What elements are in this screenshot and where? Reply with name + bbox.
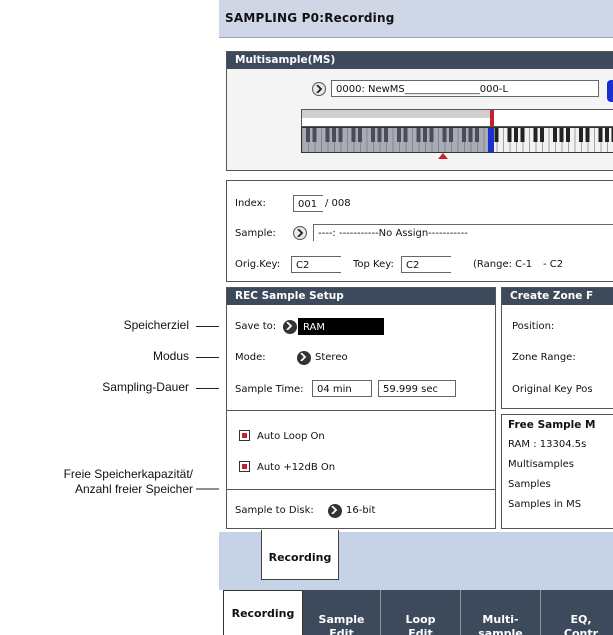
sampling-screen: SAMPLING P0:Recording Multisample(MS) 00…	[219, 0, 613, 635]
zone-highlight	[302, 110, 492, 118]
auto-12db-label[interactable]: Auto +12dB On	[257, 462, 335, 473]
index-total: / 008	[325, 198, 351, 209]
tab-multisample[interactable]: Multi- sample	[461, 590, 541, 635]
callout-free-memory-line2: Anzahl freier Speicher	[74, 482, 193, 496]
tab-loop-edit-label: Loop Edit	[405, 613, 436, 635]
range-label: (Range: C-1	[473, 259, 533, 270]
sample-time-min-field[interactable]: 04 min	[312, 380, 372, 397]
title-bar: SAMPLING P0:Recording	[219, 0, 613, 38]
save-to-button[interactable]	[283, 320, 297, 334]
multisamples-label: Multisamples	[508, 459, 575, 470]
origkey-field[interactable]: C2	[291, 256, 341, 273]
index-panel: Index: 001 / 008 Sample: ----: ---------…	[226, 180, 613, 282]
multisample-header: Multisample(MS)	[227, 52, 613, 69]
original-key-pos-label: Original Key Pos	[512, 384, 593, 395]
rec-setup-divider-1	[227, 410, 495, 411]
index-label: Index:	[235, 198, 266, 209]
free-sample-panel: Free Sample M RAM : 13304.5s Multisample…	[501, 414, 613, 529]
tab-multisample-label: Multi- sample	[478, 613, 523, 635]
multisample-blue-button[interactable]	[607, 80, 613, 102]
tab-sample-edit-label: Sample Edit	[318, 613, 365, 635]
sample-label: Sample:	[235, 228, 276, 239]
tab-eq-control-label: EQ, Contr	[563, 613, 599, 635]
create-zone-panel: Create Zone F Position: Zone Range: Orig…	[501, 287, 613, 409]
origkey-label: Orig.Key:	[235, 259, 281, 270]
topkey-label: Top Key:	[353, 259, 394, 270]
samples-in-ms-label: Samples in MS	[508, 499, 582, 510]
keyboard-pointer-icon	[438, 153, 448, 159]
chevron-right-icon	[316, 85, 323, 93]
keyboard-display	[301, 127, 613, 153]
sample-time-sec-field[interactable]: 59.999 sec	[378, 380, 456, 397]
page-tab-recording[interactable]: Recording	[261, 530, 339, 580]
sample-to-disk-label: Sample to Disk:	[235, 505, 314, 516]
mode-button[interactable]	[297, 351, 311, 365]
auto-loop-checkbox[interactable]	[239, 430, 250, 441]
callout-free-memory-line1: Freie Speicherkapazität/	[63, 467, 193, 481]
tab-recording-label: Recording	[231, 607, 295, 620]
tab-eq-control[interactable]: EQ, Contr	[541, 590, 613, 635]
multisample-select-button[interactable]	[312, 82, 326, 96]
multisample-name-field[interactable]: 0000: NewMS_______________000-L	[331, 80, 599, 97]
zone-range-label: Zone Range:	[512, 352, 576, 363]
tab-sample-edit[interactable]: Sample Edit	[303, 590, 381, 635]
sample-select-button[interactable]	[293, 226, 307, 240]
sample-field[interactable]: ----: -----------No Assign-----------	[313, 224, 613, 241]
index-field[interactable]: 001	[293, 195, 323, 212]
callout-mode: Modus	[152, 349, 189, 363]
keyboard-keys	[302, 128, 613, 152]
zone-strip	[301, 109, 613, 127]
mode-value[interactable]: Stereo	[315, 352, 348, 363]
callout-sampling-duration: Sampling-Dauer	[102, 380, 189, 394]
sample-to-disk-value[interactable]: 16-bit	[346, 505, 375, 516]
create-zone-header: Create Zone F	[502, 288, 613, 305]
auto-loop-label[interactable]: Auto Loop On	[257, 431, 325, 442]
mode-label: Mode:	[235, 352, 266, 363]
auto-12db-checkbox[interactable]	[239, 461, 250, 472]
sample-time-label: Sample Time:	[235, 384, 304, 395]
tab-recording[interactable]: Recording	[223, 590, 303, 635]
tab-loop-edit[interactable]: Loop Edit	[381, 590, 461, 635]
rec-setup-panel: REC Sample Setup Save to: RAM Mode: Ster…	[226, 287, 496, 529]
chevron-right-icon	[297, 229, 304, 237]
sample-to-disk-button[interactable]	[328, 504, 342, 518]
free-sample-title: Free Sample M	[508, 419, 596, 431]
position-label: Position:	[512, 321, 555, 332]
range-value: - C2	[543, 259, 564, 270]
page-title: SAMPLING P0:Recording	[225, 11, 395, 25]
callout-save-target: Speicherziel	[123, 318, 189, 332]
rec-setup-header: REC Sample Setup	[227, 288, 495, 305]
topkey-field[interactable]: C2	[401, 256, 451, 273]
multisample-panel: Multisample(MS) 0000: NewMS_____________…	[226, 51, 613, 171]
zone-marker	[490, 110, 494, 126]
free-ram-value: RAM : 13304.5s	[508, 439, 587, 450]
page-tab-label: Recording	[268, 551, 332, 564]
samples-label: Samples	[508, 479, 551, 490]
chevron-right-icon	[331, 506, 338, 514]
save-to-label: Save to:	[235, 321, 277, 332]
rec-setup-divider-2	[227, 489, 495, 490]
chevron-right-icon	[300, 353, 307, 361]
chevron-right-icon	[286, 322, 293, 330]
save-to-field[interactable]: RAM	[298, 318, 384, 335]
